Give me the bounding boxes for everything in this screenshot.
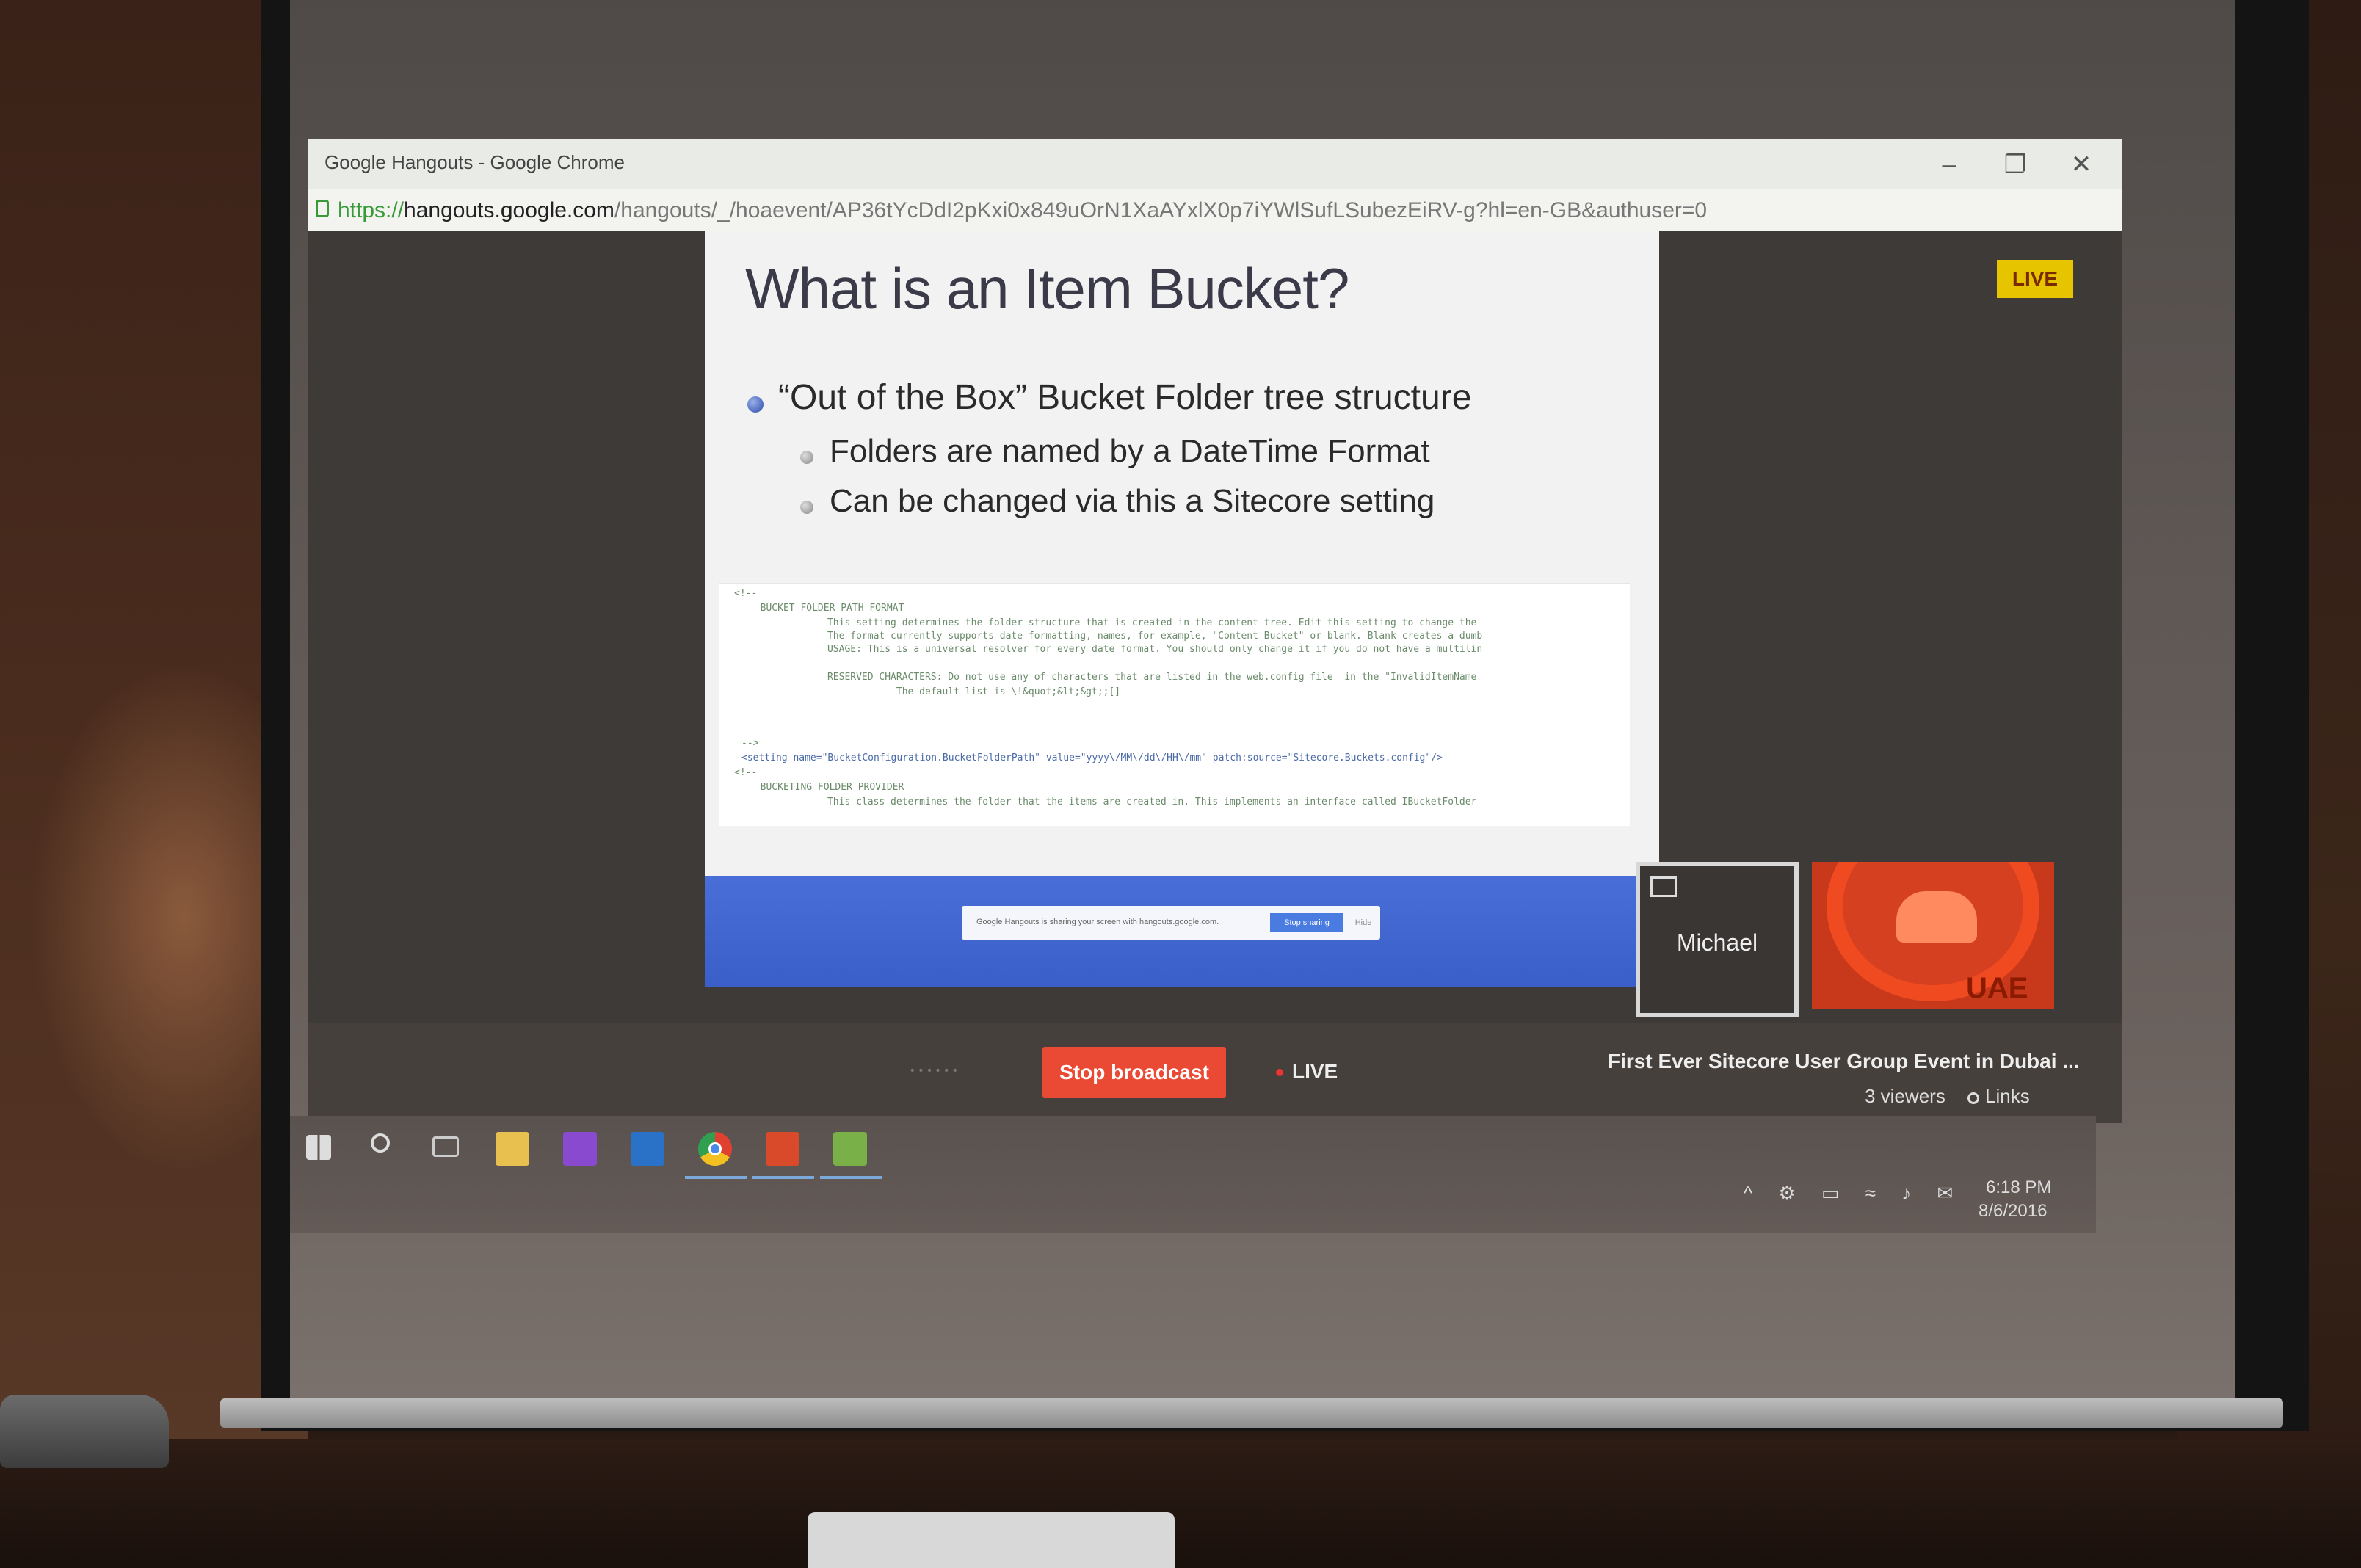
stop-broadcast-button[interactable]: Stop broadcast bbox=[1042, 1047, 1226, 1098]
shared-screen-slide: What is an Item Bucket? “Out of the Box”… bbox=[705, 231, 1659, 987]
code-line: This setting determines the folder struc… bbox=[793, 617, 1477, 628]
slide-bullet: “Out of the Box” Bucket Folder tree stru… bbox=[778, 378, 1472, 417]
url-protocol: https:// bbox=[338, 198, 405, 222]
links-label: Links bbox=[1985, 1085, 2030, 1107]
code-line: <!-- bbox=[734, 767, 758, 778]
sub-bullet-icon bbox=[800, 501, 813, 514]
start-icon[interactable] bbox=[306, 1135, 331, 1160]
title-bar: Google Hangouts - Google Chrome – ❐ ✕ bbox=[308, 139, 2122, 190]
live-badge: LIVE bbox=[1997, 260, 2073, 298]
url-text[interactable]: https://hangouts.google.com/hangouts/_/h… bbox=[338, 198, 1707, 223]
code-line: BUCKETING FOLDER PROVIDER bbox=[749, 782, 904, 793]
viewer-count: 3 viewers bbox=[1865, 1085, 1945, 1107]
people-icon bbox=[1896, 891, 1977, 943]
active-app-indicator bbox=[685, 1176, 747, 1179]
chrome-icon[interactable] bbox=[698, 1132, 732, 1166]
broadcast-controls: •••••• Stop broadcast LIVE First Ever Si… bbox=[308, 1023, 2122, 1123]
minimize-button[interactable]: – bbox=[1916, 144, 1982, 185]
hide-button[interactable]: Hide bbox=[1351, 913, 1376, 932]
close-button[interactable]: ✕ bbox=[2048, 144, 2114, 185]
uae-logo-text: UAE bbox=[1966, 972, 2028, 1004]
system-tray-icons[interactable]: ^ ⚙ ▭ ≈ ♪ ✉ bbox=[1744, 1182, 1963, 1205]
window-title: Google Hangouts - Google Chrome bbox=[324, 151, 625, 173]
chrome-window: Google Hangouts - Google Chrome – ❐ ✕ ht… bbox=[308, 139, 2122, 1123]
url-path: /hangouts/_/hoaevent/AP36tYcDdI2pKxi0x84… bbox=[614, 198, 1708, 222]
event-title: First Ever Sitecore User Group Event in … bbox=[1608, 1050, 2080, 1072]
screen-share-icon bbox=[1650, 876, 1677, 897]
sub-bullet-icon bbox=[800, 451, 813, 464]
windows-taskbar: ^ ⚙ ▭ ≈ ♪ ✉ 6:18 PM 8/6/2016 bbox=[290, 1116, 2096, 1233]
address-bar[interactable]: https://hangouts.google.com/hangouts/_/h… bbox=[308, 189, 2122, 232]
task-view-icon[interactable] bbox=[432, 1136, 459, 1157]
participant-name: Michael bbox=[1676, 929, 1758, 956]
more-dots-icon[interactable]: •••••• bbox=[910, 1064, 962, 1078]
running-app-indicator bbox=[820, 1176, 882, 1179]
bullet-icon bbox=[747, 396, 764, 413]
hangouts-content: What is an Item Bucket? “Out of the Box”… bbox=[308, 231, 2122, 1123]
code-line: USAGE: This is a universal resolver for … bbox=[793, 644, 1483, 655]
clock-time[interactable]: 6:18 PM bbox=[1986, 1177, 2051, 1198]
code-line: <!-- bbox=[734, 588, 758, 599]
live-dot-icon bbox=[1276, 1069, 1283, 1076]
screen-bottom-bar bbox=[220, 1398, 2283, 1428]
code-line: BUCKET FOLDER PATH FORMAT bbox=[749, 603, 904, 614]
stop-sharing-button[interactable]: Stop sharing bbox=[1270, 913, 1343, 932]
desk-phone bbox=[0, 1395, 169, 1468]
participant-tile-michael[interactable]: Michael bbox=[1636, 862, 1799, 1017]
slide-sub-bullet: Folders are named by a DateTime Format bbox=[830, 433, 1430, 469]
maximize-button[interactable]: ❐ bbox=[1982, 144, 2048, 185]
clock-date[interactable]: 8/6/2016 bbox=[1979, 1201, 2047, 1222]
running-app-indicator bbox=[752, 1176, 814, 1179]
code-line: RESERVED CHARACTERS: Do not use any of c… bbox=[793, 672, 1477, 683]
share-notice-text: Google Hangouts is sharing your screen w… bbox=[976, 918, 1219, 926]
code-line: --> bbox=[741, 738, 759, 749]
screen-share-band: Google Hangouts is sharing your screen w… bbox=[705, 876, 1659, 987]
code-line: <setting name="BucketConfiguration.Bucke… bbox=[741, 752, 1443, 763]
code-line: The format currently supports date forma… bbox=[793, 631, 1483, 642]
links-button[interactable]: Links bbox=[1968, 1085, 2030, 1108]
powerpoint-icon[interactable] bbox=[766, 1132, 799, 1166]
participant-tile-uae[interactable]: UAE bbox=[1812, 862, 2054, 1009]
outlook-icon[interactable] bbox=[631, 1132, 664, 1166]
file-explorer-icon[interactable] bbox=[496, 1132, 529, 1166]
slide-title: What is an Item Bucket? bbox=[745, 256, 1349, 321]
code-line: The default list is \!&quot;&lt;&gt;;[] bbox=[793, 686, 1121, 697]
live-indicator: LIVE bbox=[1292, 1060, 1338, 1083]
projector-device bbox=[808, 1512, 1175, 1568]
link-icon bbox=[1968, 1092, 1979, 1104]
lock-icon bbox=[316, 200, 329, 217]
visual-studio-icon[interactable] bbox=[563, 1132, 597, 1166]
slide-sub-bullet: Can be changed via this a Sitecore setti… bbox=[830, 483, 1435, 519]
share-notice: Google Hangouts is sharing your screen w… bbox=[962, 906, 1380, 940]
room-floor bbox=[0, 1439, 2361, 1568]
search-icon[interactable] bbox=[371, 1133, 390, 1153]
url-host: hangouts.google.com bbox=[404, 198, 614, 222]
code-line: This class determines the folder that th… bbox=[793, 796, 1477, 807]
app-icon[interactable] bbox=[833, 1132, 867, 1166]
config-code-block: <!-- BUCKET FOLDER PATH FORMAT This sett… bbox=[719, 583, 1630, 826]
